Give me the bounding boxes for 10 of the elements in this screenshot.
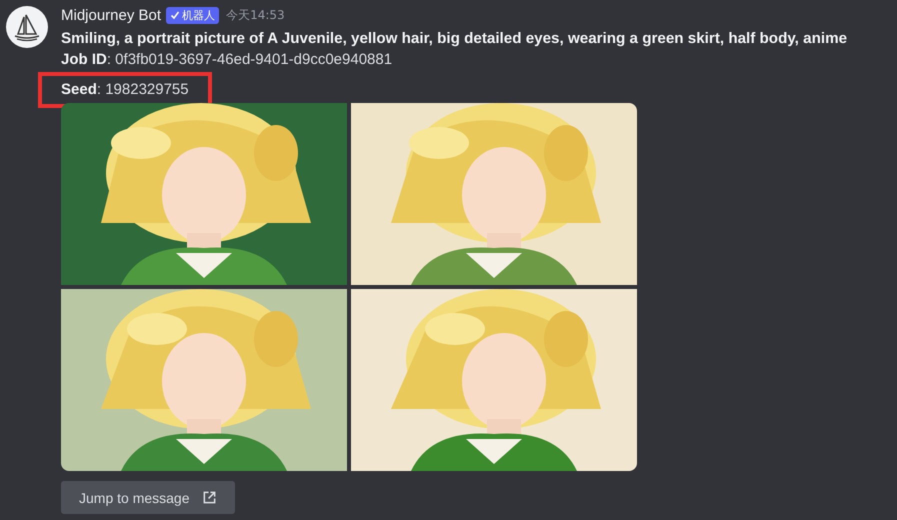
- sailboat-avatar-icon[interactable]: [6, 6, 48, 48]
- badge-label: 机器人: [182, 8, 216, 22]
- jump-to-message-button[interactable]: Jump to message: [61, 481, 234, 514]
- field-text: Seed: 1982329755: [61, 81, 189, 98]
- prompt-text: Smiling, a portrait picture of A Juvenile, yellow hair, big detailed eyes, wearing a green skirt, half body, anime: [61, 29, 848, 49]
- author-name[interactable]: Midjourney Bot: [61, 6, 162, 24]
- field-text: Job ID: 0f3fb019-3697-46ed-9401-d9cc0e940881: [61, 51, 392, 68]
- timestamp: 今天14:53: [226, 6, 285, 24]
- check-icon: [170, 10, 180, 20]
- external-link-icon: [202, 490, 216, 505]
